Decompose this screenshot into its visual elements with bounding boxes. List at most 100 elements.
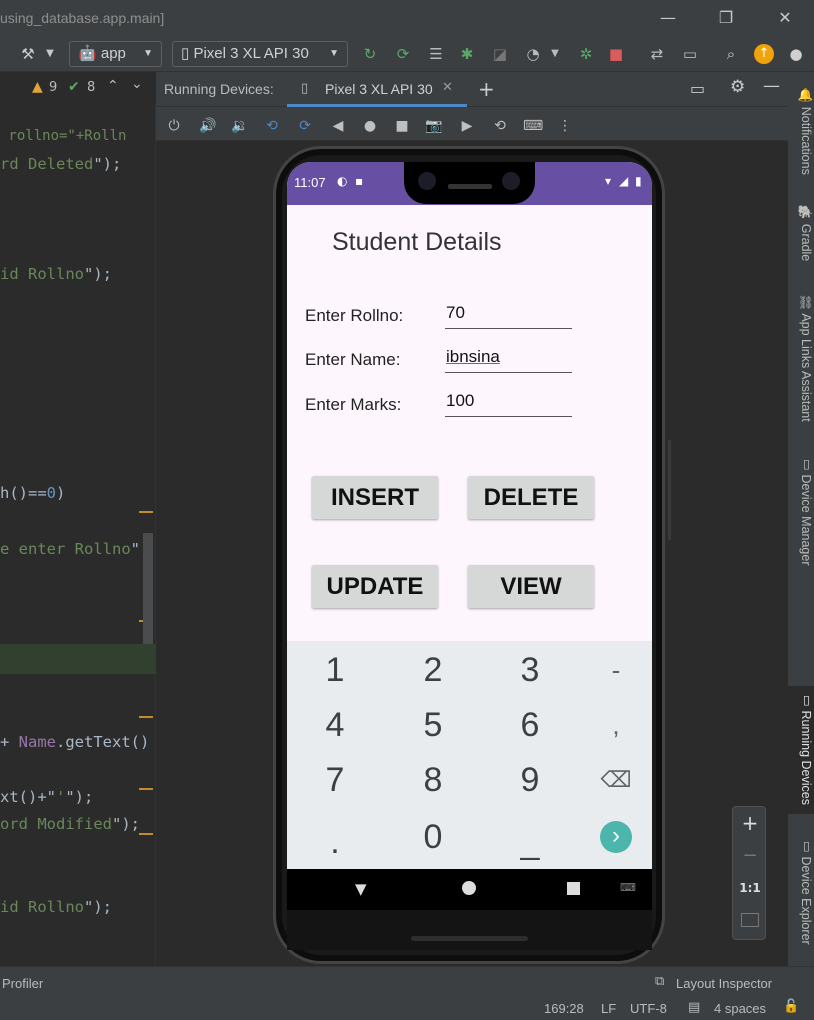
close-window-button[interactable]: ✕: [772, 8, 798, 28]
keyboard-key[interactable]: 7: [295, 754, 375, 806]
gear-icon[interactable]: ⚙: [730, 77, 745, 97]
keyboard-key[interactable]: ,: [576, 699, 652, 751]
keyboard-key[interactable]: 6: [490, 699, 570, 751]
build-hammer-icon[interactable]: ⚒: [18, 44, 38, 64]
caret-position[interactable]: 169:28: [544, 1001, 584, 1016]
power-icon[interactable]: ⏻: [164, 116, 184, 136]
logcat-icon[interactable]: ☰: [426, 44, 446, 64]
layout-inspector-tab[interactable]: Layout Inspector: [676, 976, 772, 991]
back-icon[interactable]: ◀: [328, 116, 348, 136]
code-token: id Rollno: [0, 898, 84, 916]
window-layout-icon[interactable]: ▭: [690, 79, 705, 98]
maximize-button[interactable]: ❐: [713, 8, 739, 28]
volume-down-icon[interactable]: 🔉: [230, 116, 250, 136]
tab-gradle[interactable]: 🐘 Gradle: [788, 205, 814, 261]
device-tab[interactable]: ▯ Pixel 3 XL API 30 ✕: [287, 72, 467, 107]
device-manager-icon[interactable]: ▭: [680, 44, 700, 64]
attach-debugger-icon[interactable]: ◪: [490, 44, 510, 64]
next-key[interactable]: ›: [600, 821, 632, 853]
keyboard-key[interactable]: _: [490, 811, 570, 863]
update-icon[interactable]: ↑: [754, 44, 774, 64]
run-config-dropdown[interactable]: 🤖 app ▼: [69, 41, 162, 67]
zoom-out-button[interactable]: −: [733, 845, 767, 866]
device-dropdown[interactable]: ▯ Pixel 3 XL API 30 ▼: [172, 41, 348, 67]
ide-status-bar: Profiler ⧉ Layout Inspector 169:28 LF UT…: [0, 966, 814, 1020]
keyboard-key[interactable]: 9: [490, 754, 570, 806]
keyboard-key[interactable]: 5: [393, 699, 473, 751]
rotate-right-icon[interactable]: ⟳: [295, 116, 315, 136]
profiler-tab[interactable]: Profiler: [2, 976, 43, 991]
code-line[interactable]: e enter Rollno"): [0, 540, 149, 558]
file-encoding[interactable]: UTF-8: [630, 1001, 667, 1016]
keyboard-key[interactable]: 8: [393, 754, 473, 806]
tab-app-links[interactable]: ⛓ App Links Assistant: [788, 294, 814, 422]
code-line[interactable]: id Rollno");: [0, 898, 112, 916]
debug-bug-icon[interactable]: ✱: [457, 44, 477, 64]
nav-back-icon[interactable]: ▼: [355, 880, 367, 898]
emulator-screen[interactable]: 11:07 ◐ ▪ ▾ ◢ ▮ Student Details Enter Ro…: [287, 162, 652, 910]
chevron-up-icon[interactable]: ⌃: [107, 78, 119, 94]
chevron-down-icon[interactable]: ▼: [545, 44, 565, 64]
snapshot-icon[interactable]: ⟲: [490, 116, 510, 136]
update-button[interactable]: UPDATE: [312, 565, 438, 608]
check-icon: ✔: [68, 79, 80, 95]
home-icon[interactable]: ●: [360, 116, 380, 136]
apply-code-changes-icon[interactable]: ⟳: [393, 44, 413, 64]
code-editor[interactable]: ▲ 9 ✔ 8 ⌃ ⌄ rollno="+Rolln rd Deleted");…: [0, 72, 156, 966]
code-line[interactable]: ord Modified");: [0, 815, 140, 833]
tab-device-manager[interactable]: ▯ Device Manager: [788, 456, 814, 566]
name-field[interactable]: ibnsina: [445, 347, 572, 373]
keyboard-icon[interactable]: ⌨: [620, 881, 636, 894]
code-line[interactable]: + Name.getText(): [0, 733, 149, 751]
tab-notifications[interactable]: 🔔 Notifications: [788, 88, 814, 175]
more-options-icon[interactable]: ⋮: [555, 116, 575, 136]
video-icon[interactable]: ▶: [457, 116, 477, 136]
keyboard-key[interactable]: 2: [393, 644, 473, 696]
keyboard-key[interactable]: .: [295, 811, 375, 863]
code-line[interactable]: id Rollno");: [0, 265, 112, 283]
stop-icon[interactable]: ■: [606, 44, 626, 64]
lock-icon[interactable]: 🔓: [783, 999, 799, 1014]
keyboard-key[interactable]: 4: [295, 699, 375, 751]
zoom-in-button[interactable]: +: [733, 811, 767, 835]
zoom-fit-icon[interactable]: [741, 913, 759, 927]
chevron-down-icon[interactable]: ⌄: [131, 76, 143, 92]
overview-icon[interactable]: ■: [392, 116, 412, 136]
volume-up-icon[interactable]: 🔊: [198, 116, 218, 136]
account-icon[interactable]: ●: [786, 44, 806, 64]
apply-changes-icon[interactable]: ↻: [360, 44, 380, 64]
keyboard-key[interactable]: 1: [295, 644, 375, 696]
marks-field[interactable]: 100: [445, 391, 572, 417]
keyboard-icon[interactable]: ⌨: [523, 116, 543, 136]
close-tab-icon[interactable]: ✕: [442, 80, 453, 95]
code-line[interactable]: xt()+"'");: [0, 788, 93, 806]
view-button[interactable]: VIEW: [468, 565, 594, 608]
code-line[interactable]: h()==0): [0, 484, 65, 502]
sync-gradle-icon[interactable]: ⇄: [647, 44, 667, 64]
profile-icon[interactable]: ◔: [523, 44, 543, 64]
hide-panel-icon[interactable]: —: [763, 76, 780, 96]
backspace-key[interactable]: ⌫: [576, 754, 652, 806]
search-icon[interactable]: ⌕: [721, 44, 741, 64]
nav-home-icon[interactable]: [462, 881, 476, 895]
minimize-button[interactable]: —: [655, 8, 681, 28]
chevron-down-icon[interactable]: ▼: [40, 44, 60, 64]
add-tab-button[interactable]: +: [478, 77, 495, 101]
line-separator[interactable]: LF: [601, 1001, 616, 1016]
indent-setting[interactable]: 4 spaces: [714, 1001, 766, 1016]
delete-button[interactable]: DELETE: [468, 476, 594, 519]
code-line[interactable]: rd Deleted");: [0, 155, 121, 173]
keyboard-key[interactable]: -: [576, 644, 652, 696]
attach-process-icon[interactable]: ✲: [576, 44, 596, 64]
rollno-field[interactable]: 70: [445, 303, 572, 329]
rotate-left-icon[interactable]: ⟲: [262, 116, 282, 136]
keyboard-key[interactable]: 3: [490, 644, 570, 696]
camera-icon[interactable]: 📷: [424, 116, 444, 136]
zoom-actual-size-button[interactable]: 1:1: [733, 881, 767, 895]
keyboard-key[interactable]: 0: [393, 811, 473, 863]
tab-running-devices[interactable]: ▯ Running Devices: [788, 692, 814, 805]
tab-device-explorer[interactable]: ▯ Device Explorer: [788, 838, 814, 945]
link-icon: ⛓: [799, 294, 813, 314]
nav-recents-icon[interactable]: [567, 882, 580, 895]
insert-button[interactable]: INSERT: [312, 476, 438, 519]
